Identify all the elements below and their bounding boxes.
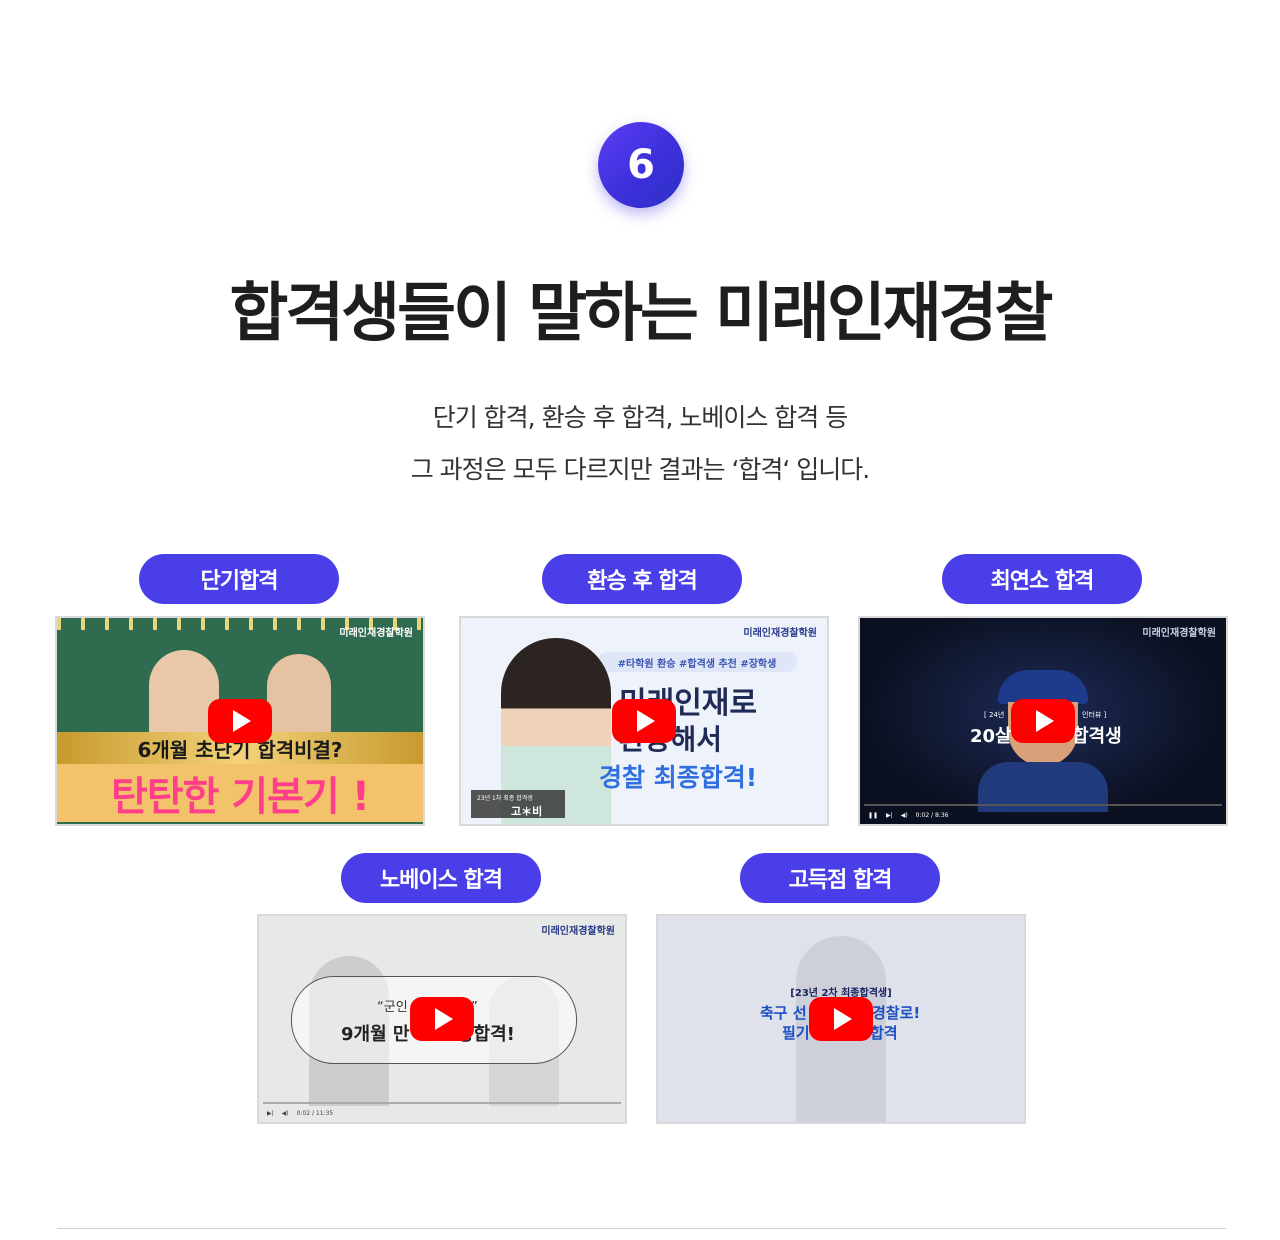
- video-headline-right: 합격생: [1072, 726, 1122, 747]
- caption-small: 23년 1차 최종 합격생: [477, 795, 533, 802]
- person-figure: [267, 654, 331, 740]
- pause-icon[interactable]: ❚❚: [868, 812, 878, 819]
- play-button-icon[interactable]: [809, 997, 873, 1041]
- caption-name: 고＊비: [511, 805, 543, 818]
- next-icon[interactable]: ▶|: [886, 812, 893, 819]
- video-line2-left: 필기: [782, 1024, 810, 1042]
- volume-icon[interactable]: ◀): [901, 812, 908, 819]
- academy-logo: 미래인재경찰학원: [1142, 628, 1216, 639]
- category-pill-transfer: 환승 후 합격: [542, 554, 742, 604]
- academy-logo: 미래인재경찰학원: [339, 628, 413, 639]
- category-pill-short-term: 단기합격: [139, 554, 339, 604]
- video-line2-right: 합격: [870, 1024, 898, 1042]
- category-pill-no-base: 노베이스 합격: [341, 853, 541, 903]
- time-readout: 0:02 / 11:35: [296, 1109, 334, 1117]
- category-pill-high-score: 고득점 합격: [740, 853, 940, 903]
- play-button-icon[interactable]: [1011, 699, 1075, 743]
- caption-box: 23년 1차 최종 합격생 고＊비: [471, 790, 565, 818]
- video-line1-right: 경찰로!: [872, 1004, 921, 1022]
- play-button-icon[interactable]: [612, 699, 676, 743]
- video-right-text: 인터뷰 ]: [1082, 711, 1107, 719]
- video-thumbnail-high-score[interactable]: [23년 2차 최종합격생] 축구 선 경찰로! 필기 합격: [656, 914, 1026, 1124]
- category-pill-youngest: 최연소 합격: [942, 554, 1142, 604]
- section-subtitle-line1: 단기 합격, 환승 후 합격, 노베이스 합격 등: [432, 403, 849, 432]
- academy-logo: 미래인재경찰학원: [743, 628, 817, 639]
- section-title: 합격생들이 말하는 미래인재경찰: [229, 277, 1054, 351]
- video-thumbnail-short-term[interactable]: 미래인재경찰학원 6개월 초단기 합격비결? 탄탄한 기본기 !: [55, 616, 425, 826]
- video-thumbnail-youngest[interactable]: 미래인재경찰학원 [ 24년 인터뷰 ] 20살 합격생 ❚❚ ▶| ◀) 0:…: [858, 616, 1228, 826]
- volume-icon[interactable]: ◀): [282, 1110, 289, 1117]
- video-headline-left: 9개월 만: [341, 1024, 410, 1045]
- player-controls: ❚❚ ▶| ◀) 0:02 / 8:36: [860, 806, 1226, 824]
- quote-left: “군인: [377, 1000, 408, 1015]
- video-line3: 경찰 최종합격!: [599, 763, 758, 792]
- video-thumbnail-no-base[interactable]: 미래인재경찰학원 “군인 찰” 9개월 만 종합격! ▶| ◀) 0:02 / …: [257, 914, 627, 1124]
- video-line1-left: 축구 선: [760, 1004, 807, 1022]
- video-thumbnail-transfer[interactable]: 미래인재경찰학원 #타학원 환승 #합격생 추천 #장학생 미래인재로 환승해서…: [459, 616, 829, 826]
- bottom-divider: [57, 1228, 1226, 1229]
- next-icon[interactable]: ▶|: [267, 1110, 274, 1117]
- academy-logo: 미래인재경찰학원: [541, 926, 615, 937]
- player-controls: ▶| ◀) 0:02 / 11:35: [259, 1104, 625, 1122]
- play-button-icon[interactable]: [410, 997, 474, 1041]
- play-button-icon[interactable]: [208, 699, 272, 743]
- video-left-text: [ 24년: [984, 711, 1005, 719]
- time-readout: 0:02 / 8:36: [915, 811, 949, 819]
- video-big-text: 탄탄한 기본기 !: [57, 764, 423, 822]
- section-number-badge: 6: [598, 122, 684, 208]
- section-subtitle-line2: 그 과정은 모두 다르지만 결과는 ‘합격‘ 입니다.: [410, 455, 871, 484]
- video-tags: #타학원 환승 #합격생 추천 #장학생: [597, 652, 797, 672]
- video-headline-left: 20살: [970, 726, 1012, 747]
